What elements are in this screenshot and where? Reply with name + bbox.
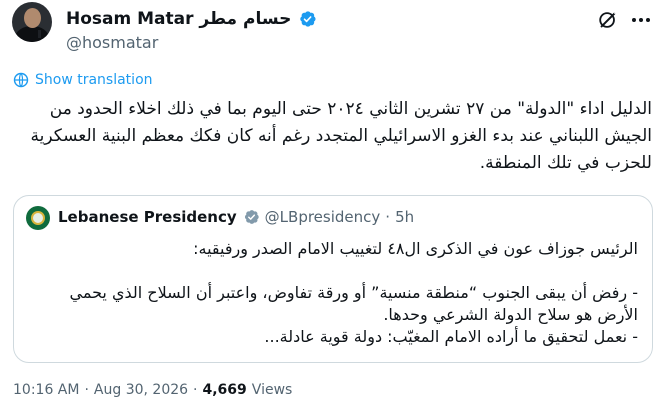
avatar-microphone [38,30,41,38]
show-translation-label: Show translation [35,72,153,88]
more-dot [639,18,643,22]
author-display-name[interactable]: Hosam Matar حسام مطر [66,9,291,29]
quoted-tweet-card[interactable]: Lebanese Presidency @LBpresidency · 5h ا… [13,195,653,363]
verified-badge-icon [244,210,259,224]
tweet-date[interactable]: Aug 30, 2026 [94,382,188,398]
quoted-author-handle[interactable]: @LBpresidency [265,208,381,226]
tweet-text: الدليل اداء "الدولة" من ٢٧ تشرين الثاني … [30,99,652,173]
footer-separator: · [193,382,198,398]
author-avatar[interactable] [12,2,52,42]
more-dot [646,18,650,22]
verified-badge-icon [300,11,316,27]
grok-icon[interactable] [597,9,619,31]
presidency-seal-icon [31,211,45,225]
quoted-meta-separator: · [385,208,391,226]
more-dot [632,18,636,22]
author-name-ar: حسام مطر [199,9,292,29]
quoted-timestamp[interactable]: 5h [395,208,414,226]
tweet-time[interactable]: 10:16 AM [13,382,79,398]
show-translation-button[interactable]: Show translation [13,70,153,90]
tweet-footer: 10:16 AM · Aug 30, 2026 · 4,669 Views [13,382,292,398]
quoted-tweet-text: الرئيس جوزاف عون في الذكرى ال٤٨ لتغييب ا… [69,239,639,346]
quoted-author-avatar[interactable] [26,206,50,230]
quoted-author-name[interactable]: Lebanese Presidency [58,208,237,226]
avatar-head [24,8,41,28]
author-handle[interactable]: @hosmatar [66,33,158,52]
quoted-author-row: Lebanese Presidency @LBpresidency · 5h [58,208,414,226]
more-icon[interactable] [630,9,652,31]
author-name-en: Hosam Matar [66,9,194,29]
views-label: Views [251,382,293,398]
avatar-shoulders [15,26,49,42]
author-name-row[interactable]: Hosam Matar حسام مطر [66,8,317,30]
footer-separator: · [84,382,89,398]
translate-icon [13,72,29,88]
views-count: 4,669 [202,382,247,398]
